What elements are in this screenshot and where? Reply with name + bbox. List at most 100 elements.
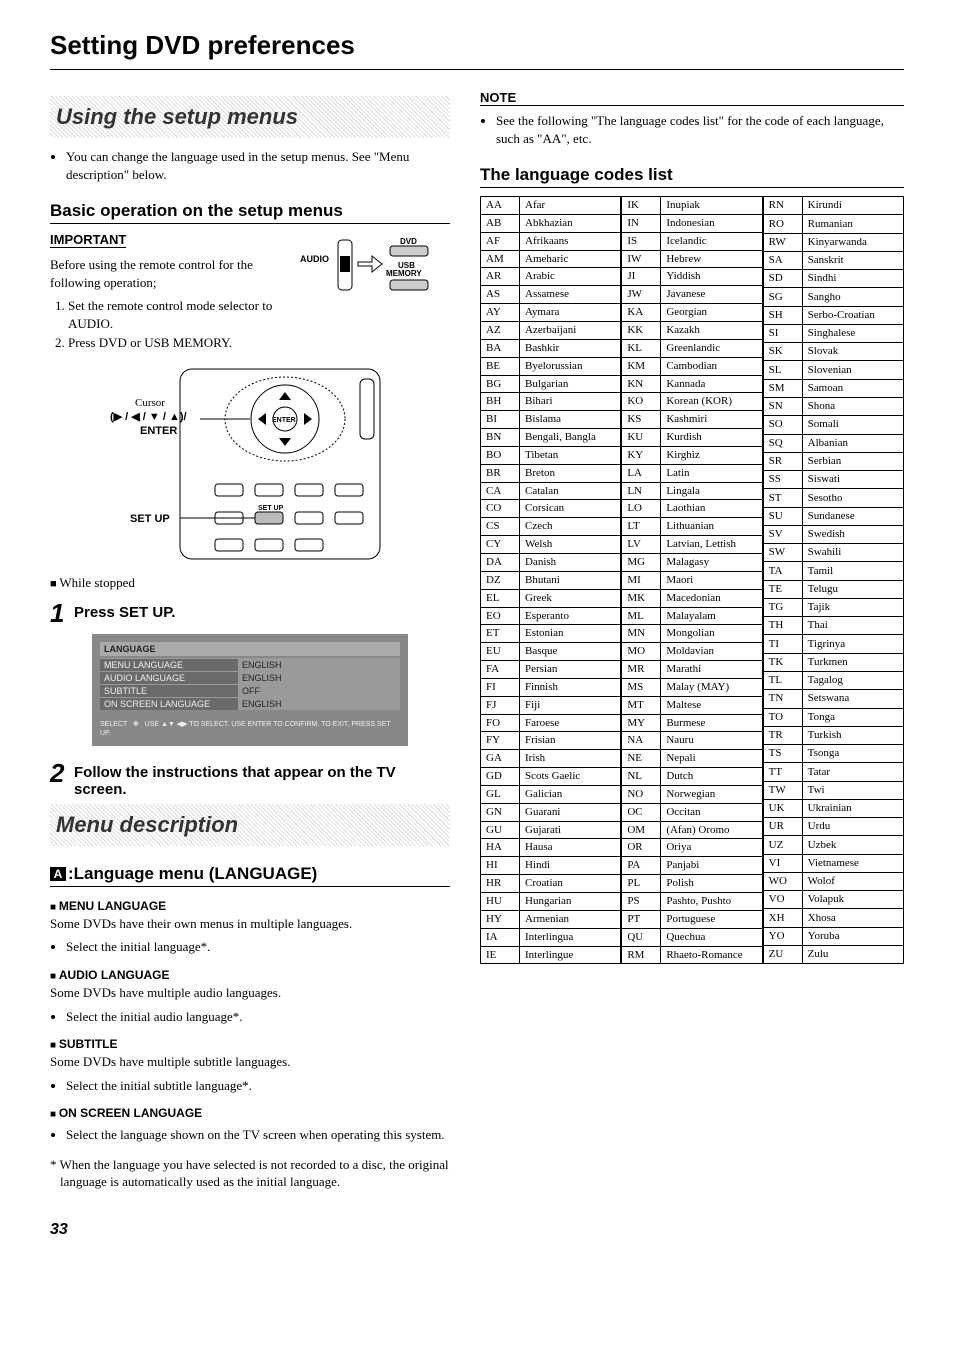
table-row: NONorwegian xyxy=(622,785,762,803)
table-row: SKSlovak xyxy=(763,343,903,361)
table-row: SGSangho xyxy=(763,288,903,306)
svg-text:(▶ / ◀ / ▼ / ▲)/: (▶ / ◀ / ▼ / ▲)/ xyxy=(110,411,187,423)
table-row: GUGujarati xyxy=(481,821,621,839)
table-row: ETEstonian xyxy=(481,625,621,643)
note-label: NOTE xyxy=(480,90,904,106)
table-row: LNLingala xyxy=(622,482,762,500)
table-row: CACatalan xyxy=(481,482,621,500)
table-row: GAIrish xyxy=(481,750,621,768)
table-row: TGTajik xyxy=(763,598,903,616)
table-row: ISIcelandic xyxy=(622,232,762,250)
table-row: COCorsican xyxy=(481,500,621,518)
table-row: TATamil xyxy=(763,562,903,580)
table-row: TOTonga xyxy=(763,708,903,726)
table-row: SOSomali xyxy=(763,416,903,434)
table-row: GNGuarani xyxy=(481,803,621,821)
page-number: 33 xyxy=(50,1221,904,1239)
while-stopped-label: While stopped xyxy=(50,574,450,592)
table-row: MRMarathi xyxy=(622,661,762,679)
up-arrow-icon xyxy=(279,392,291,400)
table-row: SNShona xyxy=(763,398,903,416)
table-row: URUrdu xyxy=(763,818,903,836)
table-row: MKMacedonian xyxy=(622,589,762,607)
left-arrow-icon xyxy=(258,413,266,425)
table-row: ARArabic xyxy=(481,268,621,286)
table-row: WOWolof xyxy=(763,872,903,890)
osd-footer-select: SELECT xyxy=(100,721,127,728)
table-row: YOYoruba xyxy=(763,927,903,945)
table-row: TLTagalog xyxy=(763,672,903,690)
table-row: KUKurdish xyxy=(622,429,762,447)
left-column: Using the setup menus You can change the… xyxy=(50,90,450,1191)
table-row: JWJavanese xyxy=(622,286,762,304)
table-row: FOFaroese xyxy=(481,714,621,732)
onscreen-language-heading: ON SCREEN LANGUAGE xyxy=(50,1106,450,1120)
table-row: ZUZulu xyxy=(763,945,903,963)
table-row: TTTatar xyxy=(763,763,903,781)
table-row: TRTurkish xyxy=(763,726,903,744)
arrow-right-icon xyxy=(358,256,382,272)
table-row: BHBihari xyxy=(481,393,621,411)
table-row: VOVolapuk xyxy=(763,891,903,909)
table-row: STSesotho xyxy=(763,489,903,507)
table-row: HAHausa xyxy=(481,839,621,857)
step-2-number: 2 xyxy=(50,760,74,786)
osd-row: ON SCREEN LANGUAGEENGLISH xyxy=(100,697,400,710)
table-row: DZBhutani xyxy=(481,571,621,589)
intro-bullet: You can change the language used in the … xyxy=(66,148,450,183)
table-row: TWTwi xyxy=(763,781,903,799)
table-row: INIndonesian xyxy=(622,214,762,232)
table-row: AMAmeharic xyxy=(481,250,621,268)
table-row: RWKinyarwanda xyxy=(763,233,903,251)
heading-menu-description: Menu description xyxy=(50,804,450,846)
table-row: DADanish xyxy=(481,553,621,571)
table-row: MOMoldavian xyxy=(622,643,762,661)
table-row: GDScots Gaelic xyxy=(481,768,621,786)
important-label: IMPORTANT xyxy=(50,232,126,248)
table-row: MLMalayalam xyxy=(622,607,762,625)
table-row: OCOccitan xyxy=(622,803,762,821)
table-row: KLGreenlandic xyxy=(622,339,762,357)
table-row: KAGeorgian xyxy=(622,304,762,322)
table-row: CSCzech xyxy=(481,518,621,536)
table-row: TSTsonga xyxy=(763,745,903,763)
remote-control-diagram: ENTER Cursor (▶ / ◀ / ▼ / ▲)/ ENTER SET … xyxy=(50,364,450,564)
table-row: CYWelsh xyxy=(481,536,621,554)
table-row: LVLatvian, Lettish xyxy=(622,536,762,554)
table-row: HYArmenian xyxy=(481,910,621,928)
table-row: HUHungarian xyxy=(481,893,621,911)
table-row: AFAfrikaans xyxy=(481,232,621,250)
table-row: PLPolish xyxy=(622,875,762,893)
table-row: KMCambodian xyxy=(622,357,762,375)
table-row: FIFinnish xyxy=(481,678,621,696)
subtitle-bullet: Select the initial subtitle language*. xyxy=(66,1077,450,1095)
osd-row: MENU LANGUAGEENGLISH xyxy=(100,658,400,671)
svg-text:Cursor: Cursor xyxy=(135,397,165,409)
table-row: IWHebrew xyxy=(622,250,762,268)
table-row: QUQuechua xyxy=(622,928,762,946)
table-row: TKTurkmen xyxy=(763,653,903,671)
heading-basic-operation: Basic operation on the setup menus xyxy=(50,201,450,224)
table-row: TITigrinya xyxy=(763,635,903,653)
table-row: SSSiswati xyxy=(763,471,903,489)
table-row: AYAymara xyxy=(481,304,621,322)
subtitle-heading: SUBTITLE xyxy=(50,1037,450,1051)
subtitle-text: Some DVDs have multiple subtitle languag… xyxy=(50,1053,450,1071)
table-row: KSKashmiri xyxy=(622,411,762,429)
table-row: NENepali xyxy=(622,750,762,768)
table-row: EOEsperanto xyxy=(481,607,621,625)
right-column: NOTE See the following "The language cod… xyxy=(480,90,904,1191)
svg-text:SET UP: SET UP xyxy=(258,505,284,512)
menu-language-heading: MENU LANGUAGE xyxy=(50,899,450,913)
table-row: RORumanian xyxy=(763,215,903,233)
table-row: LALatin xyxy=(622,464,762,482)
table-row: AZAzerbaijani xyxy=(481,322,621,340)
step-1-text: Press SET UP. xyxy=(74,600,450,621)
page-title: Setting DVD preferences xyxy=(50,30,904,70)
table-row: GLGalician xyxy=(481,785,621,803)
table-row: NLDutch xyxy=(622,768,762,786)
table-row: ELGreek xyxy=(481,589,621,607)
osd-footer-hint: USE ▲▼ ◀▶ TO SELECT. USE ENTER TO CONFIR… xyxy=(100,721,390,737)
table-row: AAAfar xyxy=(481,197,621,215)
table-row: TETelugu xyxy=(763,580,903,598)
